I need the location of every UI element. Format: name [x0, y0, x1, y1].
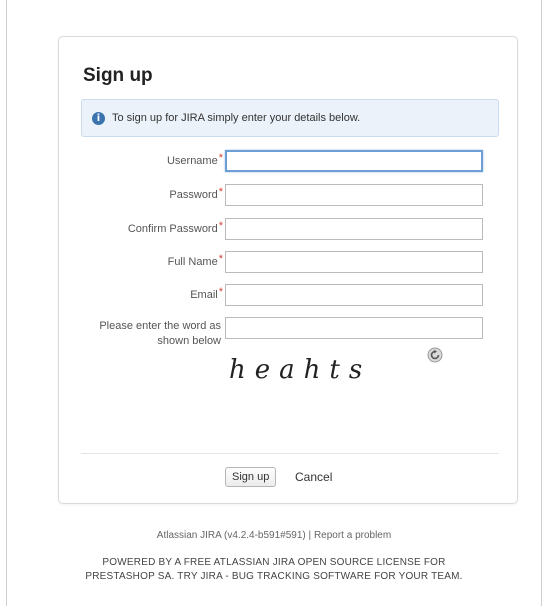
required-marker: * [218, 220, 223, 232]
captcha-row [59, 317, 519, 341]
form-divider [81, 453, 499, 454]
footer-version: Atlassian JIRA (v4.2.4-b591#591) [156, 530, 306, 541]
email-input[interactable] [225, 284, 483, 306]
password-input[interactable] [225, 184, 483, 206]
powered-by-line-1: POWERED BY A FREE ATLASSIAN JIRA OPEN SO… [102, 557, 446, 568]
confirm-password-label: Confirm Password* [127, 220, 223, 235]
signup-button[interactable]: Sign up [225, 467, 277, 487]
signup-panel: Sign up i To sign up for JIRA simply ent… [58, 36, 518, 504]
powered-by-line-2: PRESTASHOP SA. TRY JIRA - BUG TRACKING S… [85, 571, 463, 582]
info-message-text: To sign up for JIRA simply enter your de… [112, 112, 361, 124]
cancel-link[interactable]: Cancel [295, 470, 332, 484]
username-label: Username* [166, 152, 223, 167]
full-name-row: Full Name* [59, 251, 519, 275]
powered-by-notice: POWERED BY A FREE ATLASSIAN JIRA OPEN SO… [0, 556, 548, 584]
password-label: Password* [169, 186, 223, 201]
required-marker: * [218, 186, 223, 198]
email-row: Email* [59, 284, 519, 308]
password-row: Password* [59, 184, 519, 208]
confirm-password-input[interactable] [225, 218, 483, 240]
report-problem-link[interactable]: Report a problem [314, 530, 391, 541]
footer-separator: | [308, 530, 312, 541]
info-circle-icon: i [92, 111, 105, 125]
username-input[interactable] [225, 150, 483, 172]
email-label: Email* [190, 286, 223, 301]
required-marker: * [218, 253, 223, 265]
captcha-image: heahts [229, 355, 372, 385]
full-name-input[interactable] [225, 251, 483, 273]
refresh-icon[interactable] [427, 347, 443, 363]
required-marker: * [218, 286, 223, 298]
footer: Atlassian JIRA (v4.2.4-b591#591) | Repor… [0, 530, 548, 541]
info-message: i To sign up for JIRA simply enter your … [81, 99, 499, 137]
full-name-label: Full Name* [167, 253, 223, 268]
username-row: Username* [59, 150, 519, 174]
confirm-password-row: Confirm Password* [59, 218, 519, 242]
page-title: Sign up [83, 65, 153, 86]
required-marker: * [218, 152, 223, 164]
captcha-input[interactable] [225, 317, 483, 339]
